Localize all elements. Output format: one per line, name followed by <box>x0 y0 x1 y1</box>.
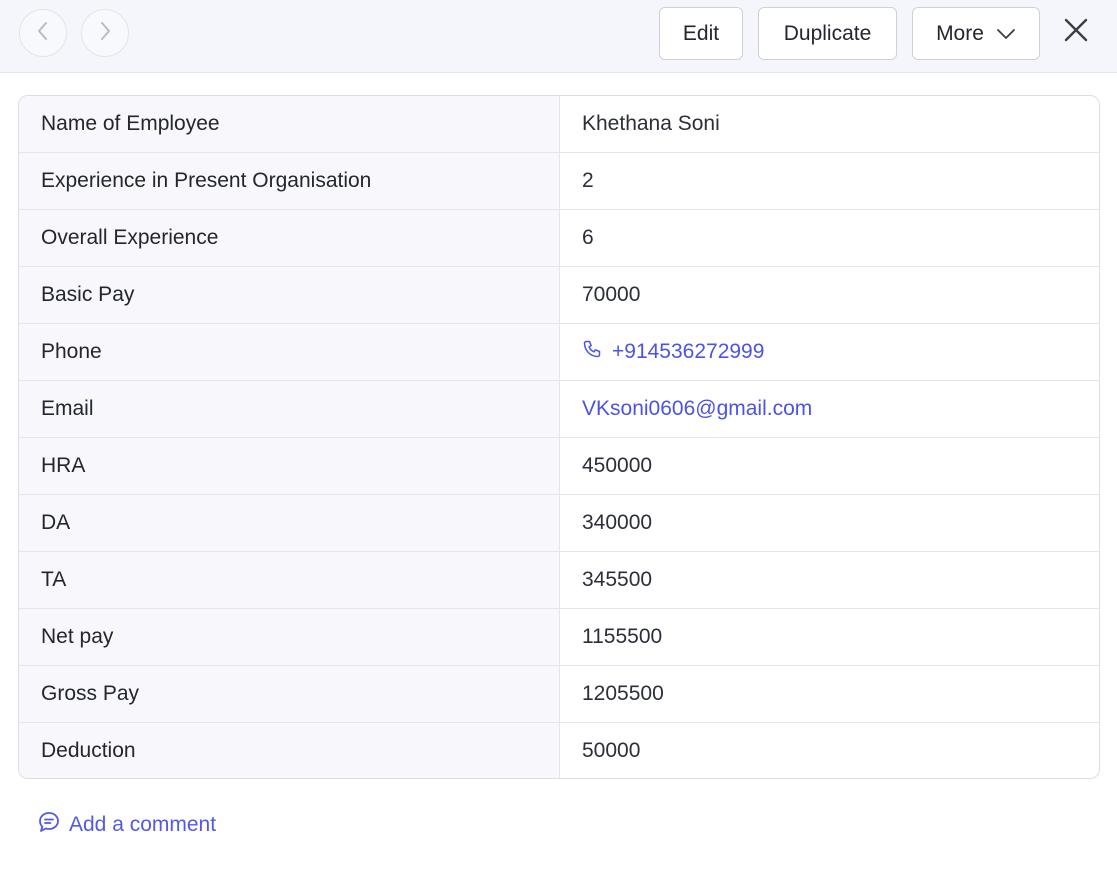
next-record-button[interactable] <box>81 9 129 57</box>
field-label: Basic Pay <box>19 267 560 323</box>
field-label: Experience in Present Organisation <box>19 153 560 209</box>
field-label: Email <box>19 381 560 437</box>
table-row: Overall Experience 6 <box>19 209 1099 266</box>
field-value: 6 <box>582 226 594 249</box>
table-row: Experience in Present Organisation 2 <box>19 152 1099 209</box>
table-row: TA 345500 <box>19 551 1099 608</box>
field-label: Gross Pay <box>19 666 560 722</box>
phone-icon <box>582 339 602 365</box>
field-value: Khethana Soni <box>582 112 720 135</box>
add-comment-label: Add a comment <box>69 813 217 836</box>
edit-button-label: Edit <box>682 21 720 45</box>
field-label: Phone <box>19 324 560 380</box>
table-row: Name of Employee Khethana Soni <box>19 96 1099 152</box>
more-button-label: More <box>936 21 984 45</box>
field-label: HRA <box>19 438 560 494</box>
chevron-right-icon <box>98 20 112 47</box>
field-label: DA <box>19 495 560 551</box>
field-value: 345500 <box>582 568 653 591</box>
table-row: Email VKsoni0606@gmail.com <box>19 380 1099 437</box>
field-value: 50000 <box>582 739 641 762</box>
field-value: 2 <box>582 169 594 192</box>
record-details-table: Name of Employee Khethana Soni Experienc… <box>18 95 1100 779</box>
field-value: 1155500 <box>582 625 663 648</box>
chevron-down-icon <box>996 22 1016 46</box>
table-row: HRA 450000 <box>19 437 1099 494</box>
table-row: Gross Pay 1205500 <box>19 665 1099 722</box>
field-label: Net pay <box>19 609 560 665</box>
field-label: Name of Employee <box>19 96 560 152</box>
phone-number: +914536272999 <box>612 340 765 363</box>
comment-icon <box>37 810 61 840</box>
email-link[interactable]: VKsoni0606@gmail.com <box>560 381 1099 437</box>
duplicate-button-label: Duplicate <box>783 21 872 45</box>
table-row: DA 340000 <box>19 494 1099 551</box>
add-comment-link[interactable]: Add a comment <box>37 810 216 840</box>
field-value: 70000 <box>582 283 641 306</box>
close-icon <box>1063 17 1089 48</box>
previous-record-button[interactable] <box>19 9 67 57</box>
chevron-left-icon <box>36 20 50 47</box>
field-value: 450000 <box>582 454 653 477</box>
top-toolbar: Edit Duplicate More <box>0 0 1117 73</box>
table-row: Net pay 1155500 <box>19 608 1099 665</box>
phone-link[interactable]: +914536272999 <box>560 324 1099 380</box>
field-label: Overall Experience <box>19 210 560 266</box>
table-row: Phone +914536272999 <box>19 323 1099 380</box>
more-menu-button[interactable]: More <box>912 7 1040 60</box>
duplicate-button[interactable]: Duplicate <box>758 7 897 60</box>
field-value: 1205500 <box>582 682 664 705</box>
close-button[interactable] <box>1059 15 1093 49</box>
field-value: 340000 <box>582 511 653 534</box>
field-label: TA <box>19 552 560 608</box>
edit-button[interactable]: Edit <box>659 7 743 60</box>
table-row: Deduction 50000 <box>19 722 1099 778</box>
table-row: Basic Pay 70000 <box>19 266 1099 323</box>
field-label: Deduction <box>19 723 560 778</box>
